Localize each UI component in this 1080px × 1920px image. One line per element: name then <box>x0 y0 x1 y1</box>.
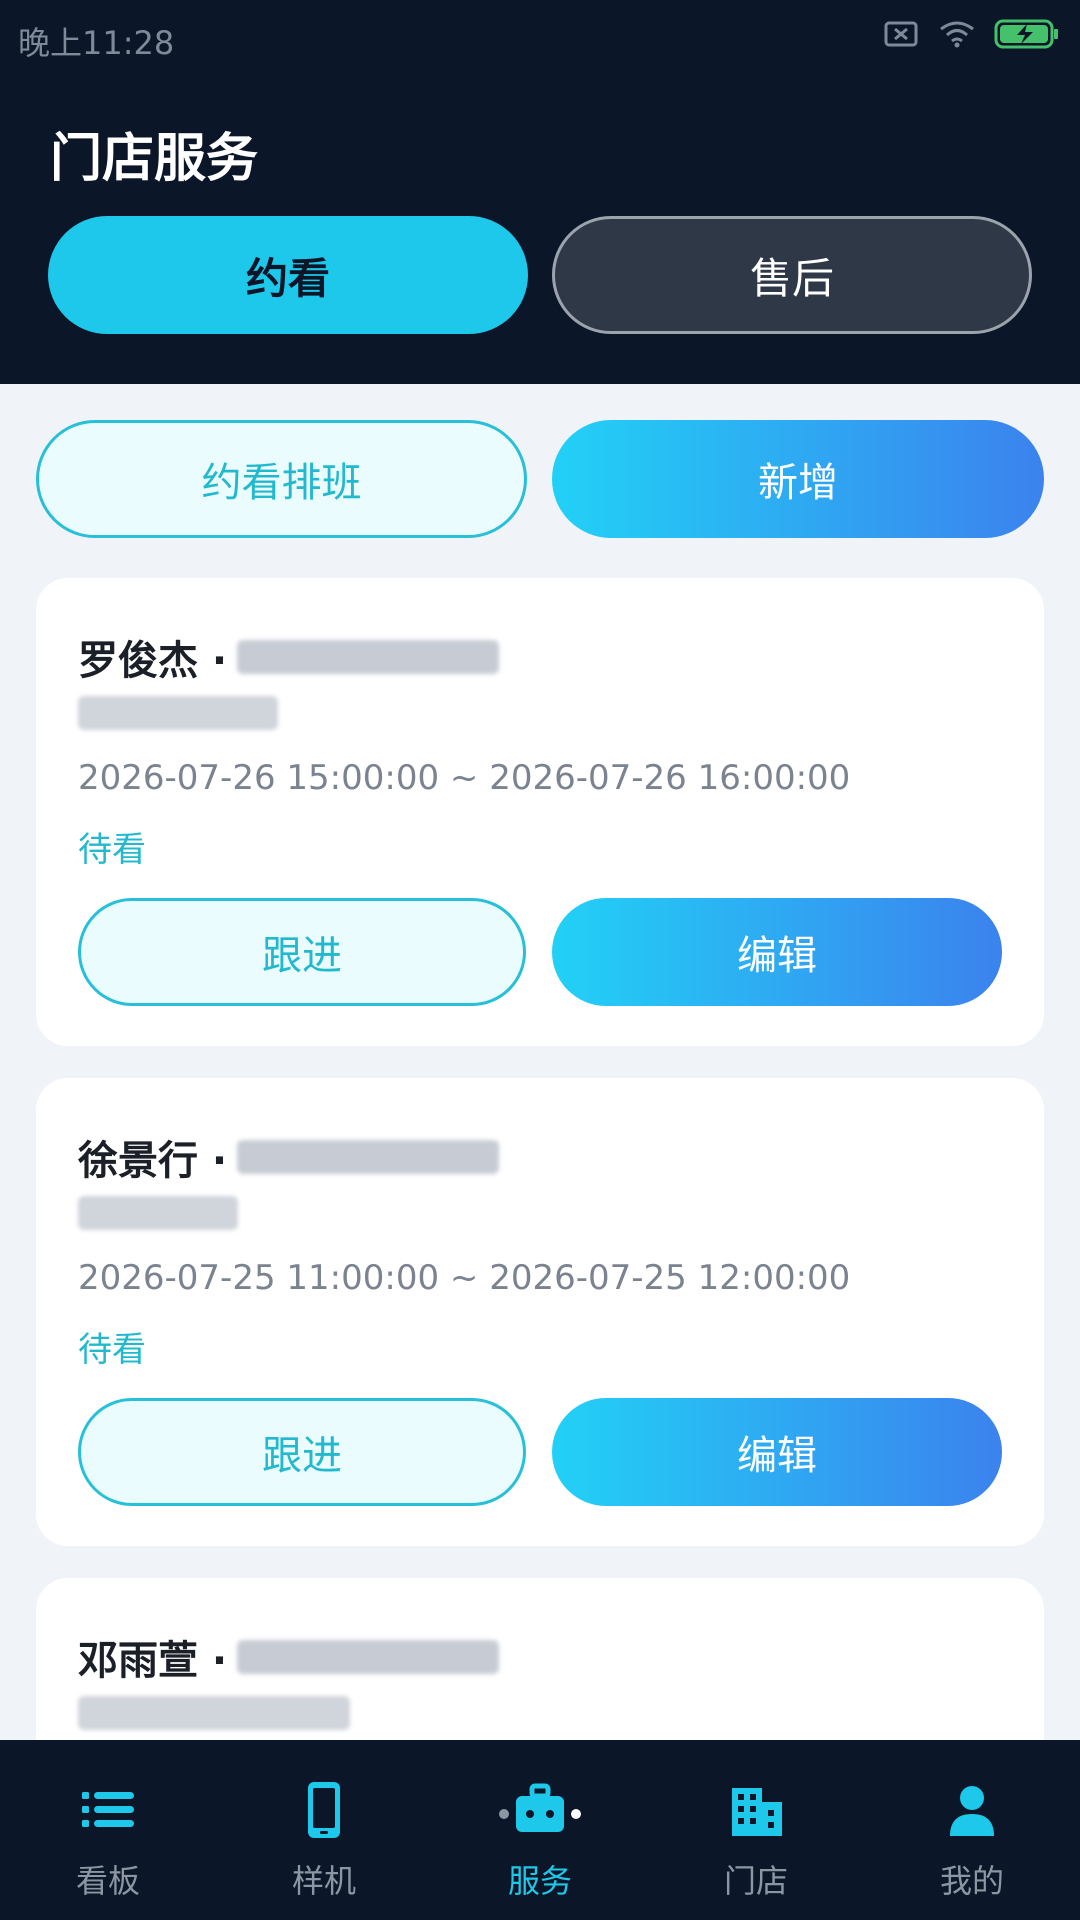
redacted-device <box>78 696 278 730</box>
edit-button[interactable]: 编辑 <box>552 1398 1002 1506</box>
nav-label: 服务 <box>507 1862 572 1900</box>
customer-name: 徐景行 · <box>78 1138 228 1184</box>
schedule-button[interactable]: 约看排班 <box>36 420 527 538</box>
status-time: 晚上11:28 <box>18 24 175 62</box>
user-icon <box>950 1786 994 1836</box>
status-badge: 待看 <box>78 1330 146 1370</box>
list-icon <box>82 1792 134 1827</box>
nav-item-devices[interactable]: 样机 <box>216 1740 432 1920</box>
appointment-time: 2026-07-25 11:00:00 ~ 2026-07-25 12:00:0… <box>78 1258 851 1298</box>
sim-off-icon <box>884 21 918 47</box>
appointment-time: 2026-07-26 15:00:00 ~ 2026-07-26 16:00:0… <box>78 758 851 798</box>
bottom-nav: 看板 样机 服务 门店 我的 <box>0 1740 1080 1920</box>
follow-up-button[interactable]: 跟进 <box>78 1398 526 1506</box>
action-row: 约看排班 新增 <box>36 420 1044 540</box>
nav-item-service[interactable]: 服务 <box>432 1740 648 1920</box>
briefcase-icon <box>499 1783 581 1832</box>
redacted-device <box>78 1696 350 1730</box>
follow-up-button[interactable]: 跟进 <box>78 898 526 1006</box>
redacted-phone <box>237 640 500 674</box>
page-title: 门店服务 <box>50 129 259 189</box>
wifi-icon <box>940 21 974 48</box>
appointment-card: 徐景行 · 2026-07-25 11:00:00 ~ 2026-07-25 1… <box>36 1078 1044 1546</box>
tab-bar: 约看 售后 <box>48 216 1032 336</box>
nav-label: 样机 <box>291 1862 356 1900</box>
nav-label: 门店 <box>723 1862 788 1900</box>
customer-name: 邓雨萱 · <box>78 1638 228 1684</box>
building-icon <box>732 1788 782 1836</box>
customer-name: 罗俊杰 · <box>78 638 228 684</box>
add-button[interactable]: 新增 <box>552 420 1044 538</box>
redacted-phone <box>237 1640 500 1674</box>
nav-label: 看板 <box>75 1862 140 1900</box>
header: 门店服务 约看 售后 <box>0 76 1080 384</box>
redacted-phone <box>237 1140 500 1174</box>
status-bar: 晚上11:28 <box>0 0 1080 76</box>
phone-icon <box>308 1782 340 1838</box>
status-badge: 待看 <box>78 830 146 870</box>
nav-item-store[interactable]: 门店 <box>648 1740 864 1920</box>
nav-item-profile[interactable]: 我的 <box>864 1740 1080 1920</box>
appointment-card: 罗俊杰 · 2026-07-26 15:00:00 ~ 2026-07-26 1… <box>36 578 1044 1046</box>
nav-label: 我的 <box>939 1862 1004 1900</box>
redacted-device <box>78 1196 238 1230</box>
edit-button[interactable]: 编辑 <box>552 898 1002 1006</box>
tab-appointment[interactable]: 约看 <box>48 216 528 334</box>
nav-item-dashboard[interactable]: 看板 <box>0 1740 216 1920</box>
tab-after-sales[interactable]: 售后 <box>552 216 1032 334</box>
battery-charging-icon <box>994 19 1058 49</box>
